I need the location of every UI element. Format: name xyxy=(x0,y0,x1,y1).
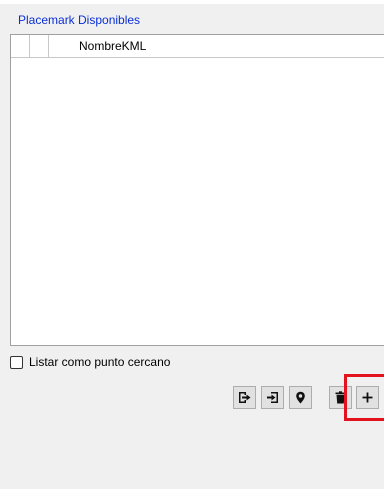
import-button[interactable] xyxy=(261,386,284,409)
row-header-cell[interactable] xyxy=(11,35,30,57)
grid-header: NombreKML xyxy=(11,35,384,58)
import-icon xyxy=(267,392,278,403)
location-button[interactable] xyxy=(289,386,312,409)
column-header-label: NombreKML xyxy=(79,39,147,53)
column-header-empty[interactable] xyxy=(30,35,49,57)
listar-label: Listar como punto cercano xyxy=(29,355,171,369)
listar-checkbox[interactable] xyxy=(10,355,23,369)
grid-body[interactable] xyxy=(11,58,384,345)
placemark-groupbox: Placemark Disponibles NombreKML xyxy=(10,6,384,346)
top-strip xyxy=(0,0,384,4)
group-title: Placemark Disponibles xyxy=(18,13,141,27)
map-pin-icon xyxy=(296,391,305,404)
placemark-grid[interactable]: NombreKML xyxy=(10,34,384,346)
export-icon xyxy=(239,392,251,403)
listar-option[interactable]: Listar como punto cercano xyxy=(10,354,170,370)
export-button[interactable] xyxy=(233,386,256,409)
add-button-highlight xyxy=(344,374,384,421)
column-header-nombrekml[interactable]: NombreKML xyxy=(49,35,384,57)
